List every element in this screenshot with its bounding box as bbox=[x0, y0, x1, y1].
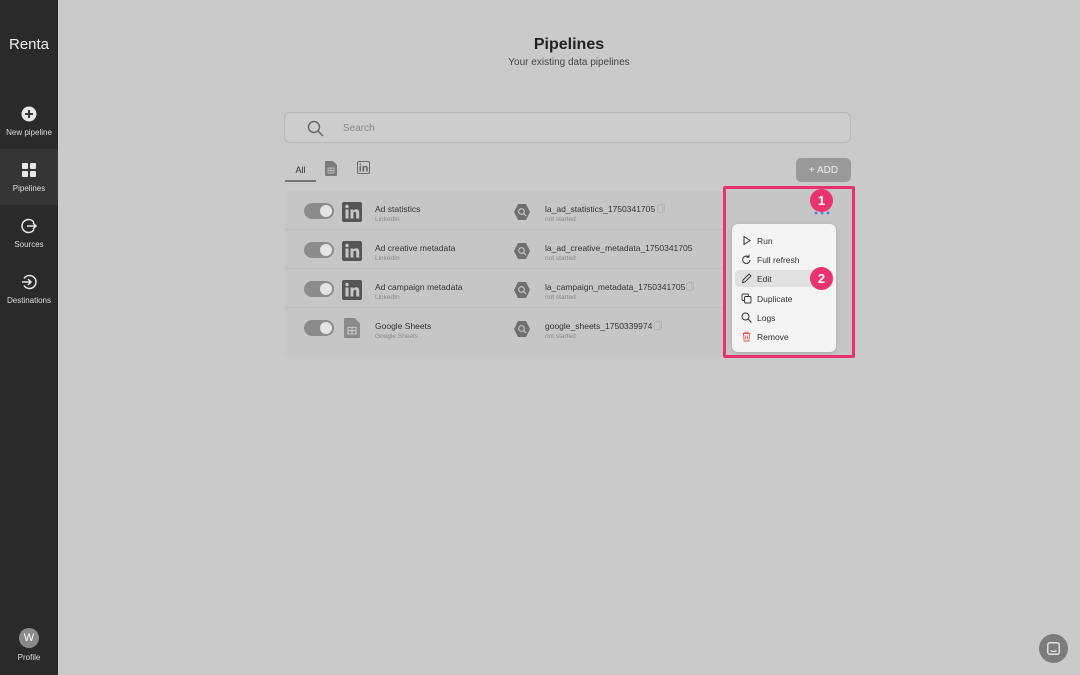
plus-circle-icon bbox=[21, 106, 37, 122]
pipeline-toggle[interactable] bbox=[304, 320, 334, 336]
sidebar-item-destinations[interactable]: Destinations bbox=[0, 274, 58, 308]
table-row[interactable]: Ad statistics LinkedIn la_ad_statistics_… bbox=[285, 191, 725, 230]
pipeline-toggle[interactable] bbox=[304, 203, 334, 219]
sidebar-item-label: New pipeline bbox=[6, 128, 52, 137]
sidebar-item-label: Destinations bbox=[6, 296, 52, 305]
table-row[interactable]: Google Sheets Google Sheets google_sheet… bbox=[285, 308, 725, 347]
table-row[interactable]: Ad campaign metadata LinkedIn la_campaig… bbox=[285, 269, 725, 308]
search-icon bbox=[307, 120, 324, 137]
bigquery-icon bbox=[514, 204, 530, 220]
google-sheets-icon bbox=[325, 161, 337, 176]
pipeline-toggle[interactable] bbox=[304, 281, 334, 297]
sidebar-item-pipelines[interactable]: Pipelines bbox=[0, 149, 58, 205]
destination-name: google_sheets_1750339974 bbox=[545, 321, 653, 331]
source-name: Ad statistics bbox=[375, 204, 421, 214]
destination-name: la_campaign_metadata_1750341705 bbox=[545, 282, 686, 292]
google-sheets-icon bbox=[344, 318, 360, 338]
sidebar-item-label: Sources bbox=[14, 240, 44, 249]
pipeline-status: not started bbox=[545, 333, 576, 340]
search-input[interactable] bbox=[343, 119, 823, 137]
chat-icon bbox=[1047, 642, 1060, 655]
source-name: Google Sheets bbox=[375, 321, 432, 331]
sidebar-item-label: Profile bbox=[17, 653, 41, 662]
annotation-highlight-box bbox=[723, 186, 855, 358]
table-row[interactable]: Ad creative metadata LinkedIn la_ad_crea… bbox=[285, 230, 725, 269]
tab-linkedin[interactable] bbox=[354, 158, 372, 182]
sidebar: Renta New pipeline Pipelines Sources Des… bbox=[0, 0, 58, 675]
bigquery-icon bbox=[514, 321, 530, 337]
search-bar bbox=[284, 112, 851, 143]
add-pipeline-button[interactable]: + ADD bbox=[796, 158, 851, 182]
linkedin-icon bbox=[342, 280, 362, 300]
source-type: LinkedIn bbox=[375, 216, 400, 223]
tab-label: All bbox=[295, 165, 306, 175]
destination-icon bbox=[22, 274, 37, 290]
pipeline-status: not started bbox=[545, 216, 576, 223]
page-subtitle: Your existing data pipelines bbox=[508, 57, 630, 68]
linkedin-icon bbox=[342, 241, 362, 261]
sidebar-item-new-pipeline[interactable]: New pipeline bbox=[0, 106, 58, 140]
grid-icon bbox=[22, 163, 36, 177]
source-name: Ad campaign metadata bbox=[375, 282, 463, 292]
copy-icon[interactable] bbox=[657, 203, 665, 213]
sidebar-item-profile[interactable]: W Profile bbox=[0, 628, 58, 662]
brand-logo[interactable]: Renta bbox=[0, 36, 58, 53]
avatar: W bbox=[19, 628, 39, 648]
copy-icon[interactable] bbox=[654, 320, 662, 330]
source-type: Google Sheets bbox=[375, 333, 419, 340]
source-name: Ad creative metadata bbox=[375, 243, 456, 253]
bigquery-icon bbox=[514, 282, 530, 298]
sidebar-item-sources[interactable]: Sources bbox=[0, 218, 58, 252]
sidebar-item-label: Pipelines bbox=[12, 184, 46, 193]
linkedin-icon bbox=[356, 161, 370, 174]
source-type: LinkedIn bbox=[375, 294, 400, 301]
pipeline-toggle[interactable] bbox=[304, 242, 334, 258]
linkedin-icon bbox=[342, 202, 362, 222]
bigquery-icon bbox=[514, 243, 530, 259]
source-type: LinkedIn bbox=[375, 255, 400, 262]
annotation-badge: 2 bbox=[810, 267, 833, 290]
annotation-badge: 1 bbox=[810, 189, 833, 212]
copy-icon[interactable] bbox=[686, 281, 694, 291]
pipeline-status: not started bbox=[545, 294, 576, 301]
destination-name: la_ad_statistics_1750341705 bbox=[545, 204, 656, 214]
tab-google-sheets[interactable] bbox=[322, 158, 340, 182]
destination-name: la_ad_creative_metadata_1750341705 bbox=[545, 243, 693, 253]
tab-all[interactable]: All bbox=[285, 158, 316, 182]
pipelines-table: Ad statistics LinkedIn la_ad_statistics_… bbox=[285, 191, 725, 356]
source-icon bbox=[21, 218, 37, 234]
page-title: Pipelines bbox=[533, 36, 605, 53]
pipeline-status: not started bbox=[545, 255, 576, 262]
chat-widget-button[interactable] bbox=[1039, 634, 1068, 663]
